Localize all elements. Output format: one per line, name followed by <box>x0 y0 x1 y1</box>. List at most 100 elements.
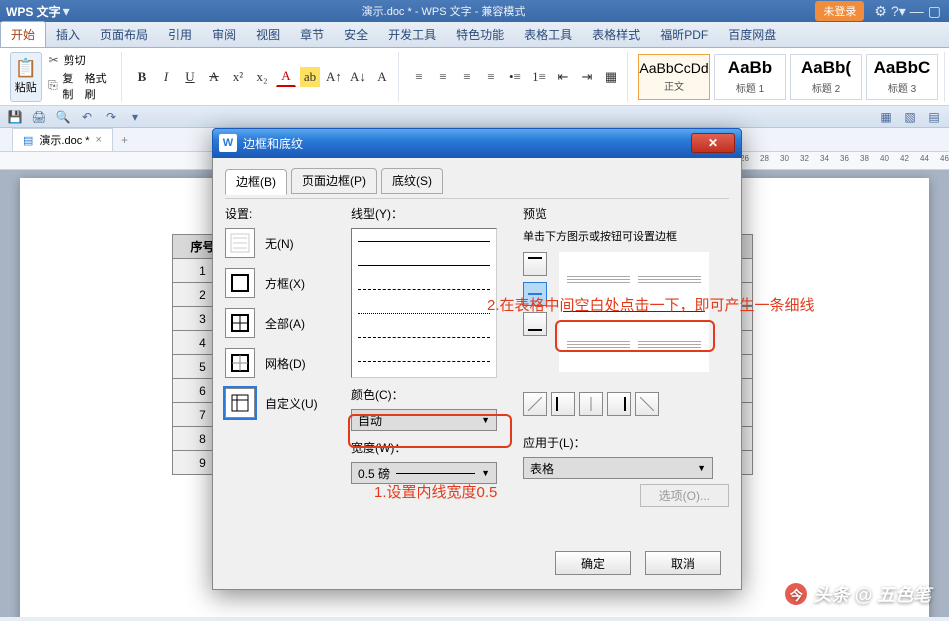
ribbon-tab-13[interactable]: 百度网盘 <box>718 22 786 47</box>
borders-shading-dialog: W 边框和底纹 ✕ 边框(B)页面边框(P)底纹(S) 设置: 无(N) 方框(… <box>212 128 742 590</box>
print-icon[interactable]: 🖨 <box>30 110 48 124</box>
char-border-button[interactable]: A <box>372 67 392 87</box>
min-icon[interactable]: — <box>910 3 924 19</box>
document-tab[interactable]: ▤ 演示.doc * × <box>12 128 113 151</box>
preview-icon[interactable]: 🔍 <box>54 110 72 124</box>
border-diag-button[interactable] <box>523 392 547 416</box>
chevron-down-icon: ▼ <box>697 463 706 473</box>
bullets-button[interactable]: •≡ <box>505 67 525 87</box>
ribbon-tab-5[interactable]: 视图 <box>246 22 290 47</box>
setting-box[interactable]: 方框(X) <box>225 268 333 298</box>
quick-access-toolbar: 💾 🖨 🔍 ↶ ↷ ▾ ▦ ▧ ▤ <box>0 106 949 128</box>
style-标题 2[interactable]: AaBb(标题 2 <box>790 54 862 100</box>
subscript-button[interactable]: x₂ <box>252 67 272 87</box>
scissors-icon: ✂ <box>46 52 62 68</box>
settings-panel: 设置: 无(N) 方框(X) 全部(A) 网格(D) 自定义(U) <box>225 205 333 428</box>
ribbon-tab-1[interactable]: 插入 <box>46 22 90 47</box>
style-正文[interactable]: AaBbCcDd正文 <box>638 54 710 100</box>
max-icon[interactable]: ▢ <box>928 3 941 20</box>
superscript-button[interactable]: x² <box>228 67 248 87</box>
ribbon-tab-12[interactable]: 福昕PDF <box>650 22 718 47</box>
format-painter-button[interactable]: 格式刷 <box>85 70 115 102</box>
dialog-titlebar[interactable]: W 边框和底纹 ✕ <box>212 128 742 158</box>
border-top-button[interactable] <box>523 252 547 276</box>
help-icon[interactable]: ?▾ <box>891 3 906 20</box>
dialog-close-button[interactable]: ✕ <box>691 133 735 153</box>
italic-button[interactable]: I <box>156 67 176 87</box>
line-style-listbox[interactable] <box>351 228 497 378</box>
setting-all[interactable]: 全部(A) <box>225 308 333 338</box>
justify-button[interactable]: ≡ <box>481 67 501 87</box>
align-right-button[interactable]: ≡ <box>457 67 477 87</box>
ok-button[interactable]: 确定 <box>555 551 631 575</box>
indent-dec-button[interactable]: ⇤ <box>553 67 573 87</box>
undo-icon[interactable]: ↶ <box>78 110 96 124</box>
border-bottom-button[interactable] <box>523 312 547 336</box>
gear-icon[interactable]: ⚙ <box>874 3 887 20</box>
apply-to-dropdown[interactable]: 表格▼ <box>523 457 713 479</box>
ribbon-tab-9[interactable]: 特色功能 <box>446 22 514 47</box>
dialog-body: 边框(B)页面边框(P)底纹(S) 设置: 无(N) 方框(X) 全部(A) 网… <box>212 158 742 590</box>
setting-custom[interactable]: 自定义(U) <box>225 388 333 418</box>
ribbon-tab-7[interactable]: 安全 <box>334 22 378 47</box>
underline-button[interactable]: U <box>180 67 200 87</box>
qat-dropdown-icon[interactable]: ▾ <box>126 110 144 124</box>
dialog-title: 边框和底纹 <box>243 135 691 152</box>
add-tab-button[interactable]: + <box>121 133 128 147</box>
close-tab-icon[interactable]: × <box>96 134 102 146</box>
window-title: 演示.doc * - WPS 文字 - 兼容模式 <box>72 3 816 19</box>
style-标题 3[interactable]: AaBbC标题 3 <box>866 54 938 100</box>
ribbon-tab-8[interactable]: 开发工具 <box>378 22 446 47</box>
align-left-button[interactable]: ≡ <box>409 67 429 87</box>
toolbar-icon[interactable]: ▦ <box>877 110 895 124</box>
toolbar-icon[interactable]: ▤ <box>925 110 943 124</box>
highlight-button[interactable]: ab <box>300 67 320 87</box>
ribbon-tab-10[interactable]: 表格工具 <box>514 22 582 47</box>
font-inc-button[interactable]: A↑ <box>324 67 344 87</box>
clipboard-icon: 📋 <box>15 58 37 79</box>
settings-label: 设置: <box>225 205 333 222</box>
dialog-tabs: 边框(B)页面边框(P)底纹(S) <box>225 168 729 194</box>
cut-button[interactable]: ✂剪切 <box>46 52 115 68</box>
font-dec-button[interactable]: A↓ <box>348 67 368 87</box>
ribbon-tab-3[interactable]: 引用 <box>158 22 202 47</box>
login-button[interactable]: 未登录 <box>815 1 864 21</box>
copy-button[interactable]: ⎘复制 格式刷 <box>46 70 115 102</box>
border-vmiddle-button[interactable] <box>579 392 603 416</box>
border-right-button[interactable] <box>607 392 631 416</box>
styles-gallery: AaBbCcDd正文AaBb标题 1AaBb(标题 2AaBbC标题 3 <box>632 52 945 102</box>
document-tab-label: 演示.doc * <box>39 132 89 148</box>
dialog-tab-0[interactable]: 边框(B) <box>225 169 287 195</box>
strike-button[interactable]: A <box>204 67 224 87</box>
setting-none[interactable]: 无(N) <box>225 228 333 258</box>
bold-button[interactable]: B <box>132 67 152 87</box>
cancel-button[interactable]: 取消 <box>645 551 721 575</box>
toolbar-icon[interactable]: ▧ <box>901 110 919 124</box>
dialog-tab-2[interactable]: 底纹(S) <box>381 168 443 194</box>
ribbon-tab-0[interactable]: 开始 <box>0 21 46 47</box>
ribbon-tab-11[interactable]: 表格样式 <box>582 22 650 47</box>
annotation-text-1: 1.设置内线宽度0.5 <box>374 481 497 502</box>
style-标题 1[interactable]: AaBb标题 1 <box>714 54 786 100</box>
dialog-tab-1[interactable]: 页面边框(P) <box>291 168 377 194</box>
font-color-button[interactable]: A <box>276 67 296 87</box>
paste-button[interactable]: 📋 粘贴 <box>10 52 42 102</box>
preview-hint: 单击下方图示或按钮可设置边框 <box>523 228 729 244</box>
wps-icon: W <box>219 134 237 152</box>
color-label: 颜色(C)： <box>351 386 517 403</box>
save-icon[interactable]: 💾 <box>6 110 24 124</box>
ribbon-tab-2[interactable]: 页面布局 <box>90 22 158 47</box>
numbering-button[interactable]: 1≡ <box>529 67 549 87</box>
border-left-button[interactable] <box>551 392 575 416</box>
ribbon-tab-6[interactable]: 章节 <box>290 22 334 47</box>
redo-icon[interactable]: ↷ <box>102 110 120 124</box>
ribbon-tab-4[interactable]: 审阅 <box>202 22 246 47</box>
preview-label: 预览 <box>523 205 729 222</box>
menu-dropdown-icon[interactable]: ▾ <box>63 3 70 20</box>
apply-to-label: 应用于(L)： <box>523 434 729 451</box>
indent-inc-button[interactable]: ⇥ <box>577 67 597 87</box>
border-diag2-button[interactable] <box>635 392 659 416</box>
borders-button[interactable]: ▦ <box>601 67 621 87</box>
setting-grid[interactable]: 网格(D) <box>225 348 333 378</box>
align-center-button[interactable]: ≡ <box>433 67 453 87</box>
